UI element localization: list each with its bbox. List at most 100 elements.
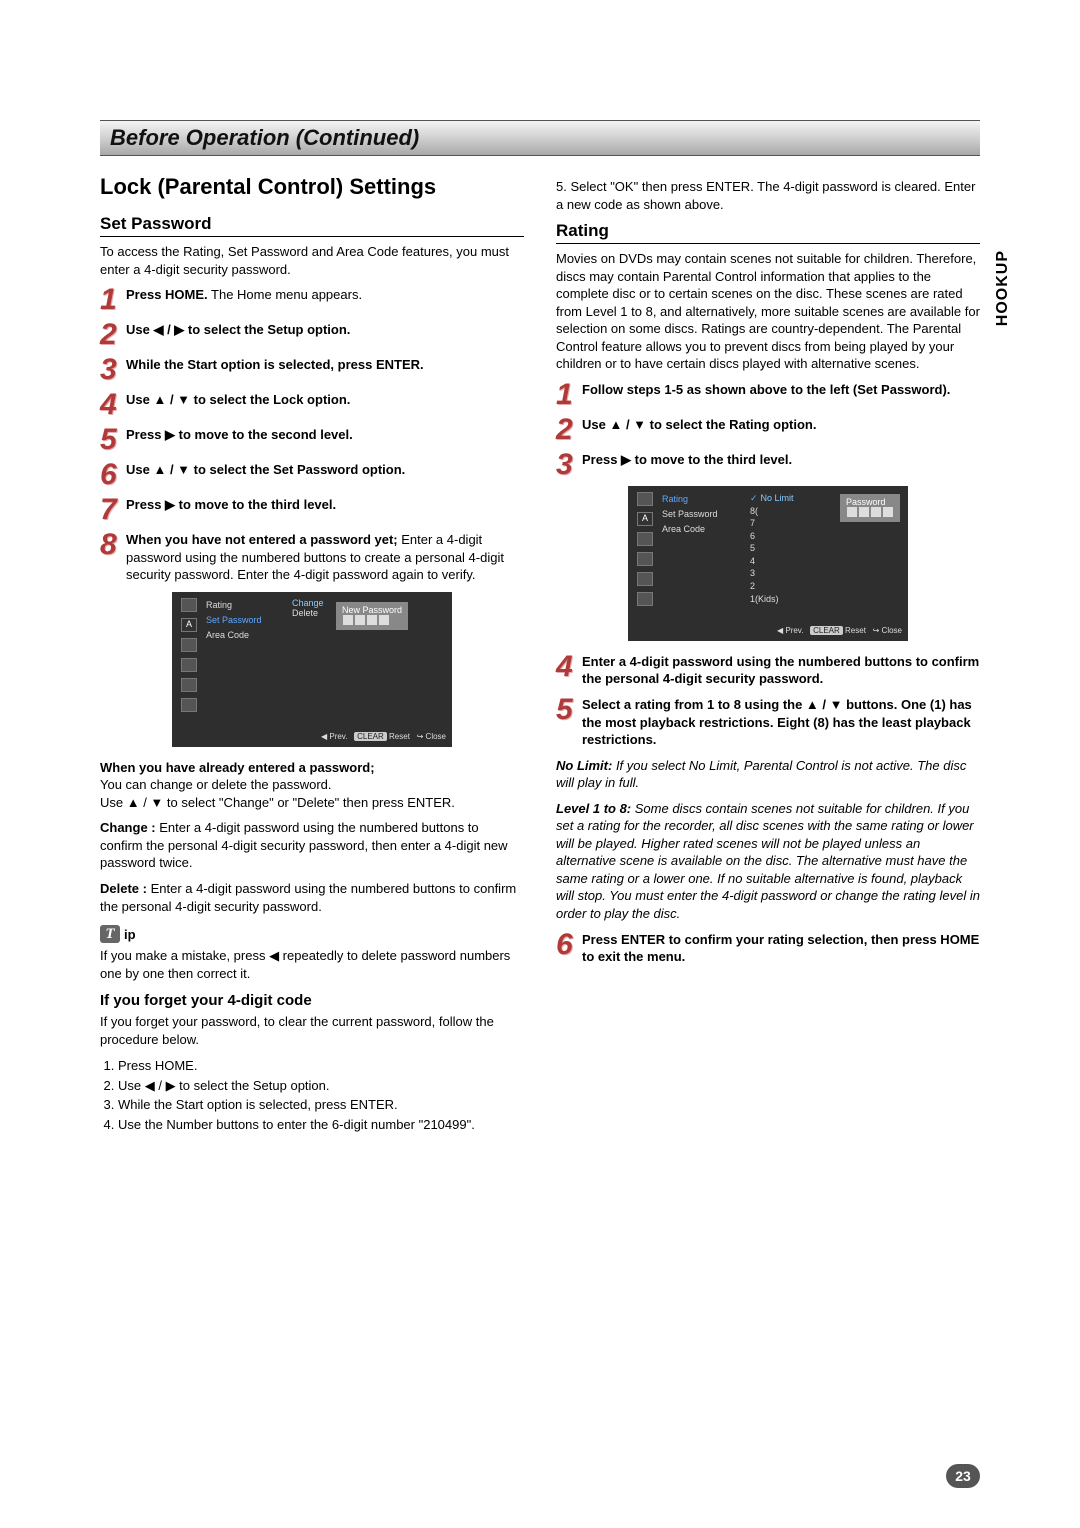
password-label: Password <box>846 497 894 507</box>
step-bold: Use ▲ / ▼ to select the Lock option. <box>126 392 350 407</box>
password-box: Password <box>840 494 900 522</box>
change-text: Enter a 4-digit password using the numbe… <box>100 820 508 870</box>
step-body: Follow steps 1-5 as shown above to the l… <box>582 381 980 408</box>
lock-icon <box>637 552 653 566</box>
rating-level: 2 <box>750 580 794 593</box>
step-body: While the Start option is selected, pres… <box>126 356 524 383</box>
rating-step: 4Enter a 4-digit password using the numb… <box>556 653 980 688</box>
forget-intro: If you forget your password, to clear th… <box>100 1013 524 1048</box>
level-label: Level 1 to 8: <box>556 801 635 816</box>
step-body: Use ◀ / ▶ to select the Setup option. <box>126 321 524 348</box>
rating-level: 4 <box>750 555 794 568</box>
step-number: 8 <box>100 531 126 584</box>
step-number: 5 <box>100 426 126 453</box>
content-columns: Lock (Parental Control) Settings Set Pas… <box>100 174 980 1134</box>
step-body: Enter a 4-digit password using the numbe… <box>582 653 980 688</box>
figure-close: ↪ Close <box>417 732 446 741</box>
step-bold: Enter a 4-digit password using the numbe… <box>582 654 979 687</box>
step-body: Press ▶ to move to the third level. <box>126 496 524 523</box>
step-body: Press HOME. The Home menu appears. <box>126 286 524 313</box>
step-number: 2 <box>100 321 126 348</box>
set-password-step: 2Use ◀ / ▶ to select the Setup option. <box>100 321 524 348</box>
figure-menu-item: Set Password <box>202 613 286 627</box>
left-column: Lock (Parental Control) Settings Set Pas… <box>100 174 524 1134</box>
set-password-figure: A Rating Set Password Area Code Change D… <box>172 592 452 747</box>
new-password-box: New Password <box>336 602 408 630</box>
tip-text: If you make a mistake, press ◀ repeatedl… <box>100 947 524 982</box>
rating-step: 5Select a rating from 1 to 8 using the ▲… <box>556 696 980 749</box>
forget-step5: 5. Select "OK" then press ENTER. The 4-d… <box>556 178 980 213</box>
rating-step-6: 6 Press ENTER to confirm your rating sel… <box>556 931 980 966</box>
step-number: 4 <box>100 391 126 418</box>
step-body: Use ▲ / ▼ to select the Lock option. <box>126 391 524 418</box>
step-bold: Use ▲ / ▼ to select the Rating option. <box>582 417 816 432</box>
set-password-step: 7Press ▶ to move to the third level. <box>100 496 524 523</box>
lock-icon <box>181 658 197 672</box>
step-bold: Press ▶ to move to the second level. <box>126 427 353 442</box>
delete-block: Delete : Enter a 4-digit password using … <box>100 880 524 915</box>
figure-reset: Reset <box>845 626 866 635</box>
figure-menu-item: Area Code <box>202 628 286 642</box>
step-bold: Press ▶ to move to the third level. <box>126 497 336 512</box>
rating-heading: Rating <box>556 221 980 244</box>
figure-icon <box>181 678 197 692</box>
step-bold: Press ▶ to move to the third level. <box>582 452 792 467</box>
set-password-intro: To access the Rating, Set Password and A… <box>100 243 524 278</box>
figure-clear: CLEAR <box>810 626 843 635</box>
step-body: Press ▶ to move to the second level. <box>126 426 524 453</box>
set-password-step: 5Press ▶ to move to the second level. <box>100 426 524 453</box>
step-bold: Select a rating from 1 to 8 using the ▲ … <box>582 697 972 747</box>
change-block: Change : Enter a 4-digit password using … <box>100 819 524 872</box>
rating-level: 5 <box>750 542 794 555</box>
figure-menu-item: Area Code <box>658 522 742 536</box>
delete-label: Delete : <box>100 881 151 896</box>
tip-icon: T <box>100 925 120 943</box>
no-limit-text: If you select No Limit, Parental Control… <box>556 758 966 791</box>
rating-step: 3Press ▶ to move to the third level. <box>556 451 980 478</box>
set-password-step: 3While the Start option is selected, pre… <box>100 356 524 383</box>
page-number: 23 <box>946 1464 980 1488</box>
rating-level: 7 <box>750 517 794 530</box>
level-text: Some discs contain scenes not suitable f… <box>556 801 980 921</box>
set-password-heading: Set Password <box>100 214 524 237</box>
forget-list: Press HOME.Use ◀ / ▶ to select the Setup… <box>118 1056 524 1134</box>
rating-step: 2Use ▲ / ▼ to select the Rating option. <box>556 416 980 443</box>
step-number: 7 <box>100 496 126 523</box>
set-password-step: 8When you have not entered a password ye… <box>100 531 524 584</box>
step-number: 3 <box>556 451 582 478</box>
figure-prev: ◀ Prev. <box>777 626 803 635</box>
section-header-bar: Before Operation (Continued) <box>100 120 980 156</box>
figure-menu-item: Set Password <box>658 507 742 521</box>
new-password-label: New Password <box>342 605 402 615</box>
rating-level: 6 <box>750 530 794 543</box>
step-number: 2 <box>556 416 582 443</box>
step-bold: Press ENTER to confirm your rating selec… <box>582 932 979 965</box>
delete-text: Enter a 4-digit password using the numbe… <box>100 881 516 914</box>
step-number: 5 <box>556 696 582 749</box>
step-bold: Follow steps 1-5 as shown above to the l… <box>582 382 950 397</box>
rating-level: 8( <box>750 505 794 518</box>
figure-icon: A <box>637 512 653 526</box>
step-body: Use ▲ / ▼ to select the Set Password opt… <box>126 461 524 488</box>
no-limit-note: No Limit: If you select No Limit, Parent… <box>556 757 980 792</box>
rating-level: ✓No Limit <box>750 492 794 505</box>
rating-levels: ✓No Limit8(7654321(Kids) <box>750 492 794 605</box>
step-bold: Use ▲ / ▼ to select the Set Password opt… <box>126 462 405 477</box>
step-number: 1 <box>556 381 582 408</box>
change-label: Change : <box>100 820 159 835</box>
step-number: 4 <box>556 653 582 688</box>
figure-menu-item: Rating <box>202 598 286 612</box>
rating-figure: A Rating Set Password Area Code ✓No Limi… <box>628 486 908 641</box>
figure-icon <box>637 592 653 606</box>
step-body: Press ▶ to move to the third level. <box>582 451 980 478</box>
step-body: When you have not entered a password yet… <box>126 531 524 584</box>
already-l1: You can change or delete the password. <box>100 777 332 792</box>
section-header-title: Before Operation (Continued) <box>110 125 419 150</box>
step-number: 6 <box>556 931 582 966</box>
no-limit-label: No Limit: <box>556 758 616 773</box>
step-body: Select a rating from 1 to 8 using the ▲ … <box>582 696 980 749</box>
rating-level: 1(Kids) <box>750 593 794 606</box>
step-rest: The Home menu appears. <box>208 287 362 302</box>
right-column: 5. Select "OK" then press ENTER. The 4-d… <box>556 174 980 1134</box>
figure-icon: A <box>181 618 197 632</box>
